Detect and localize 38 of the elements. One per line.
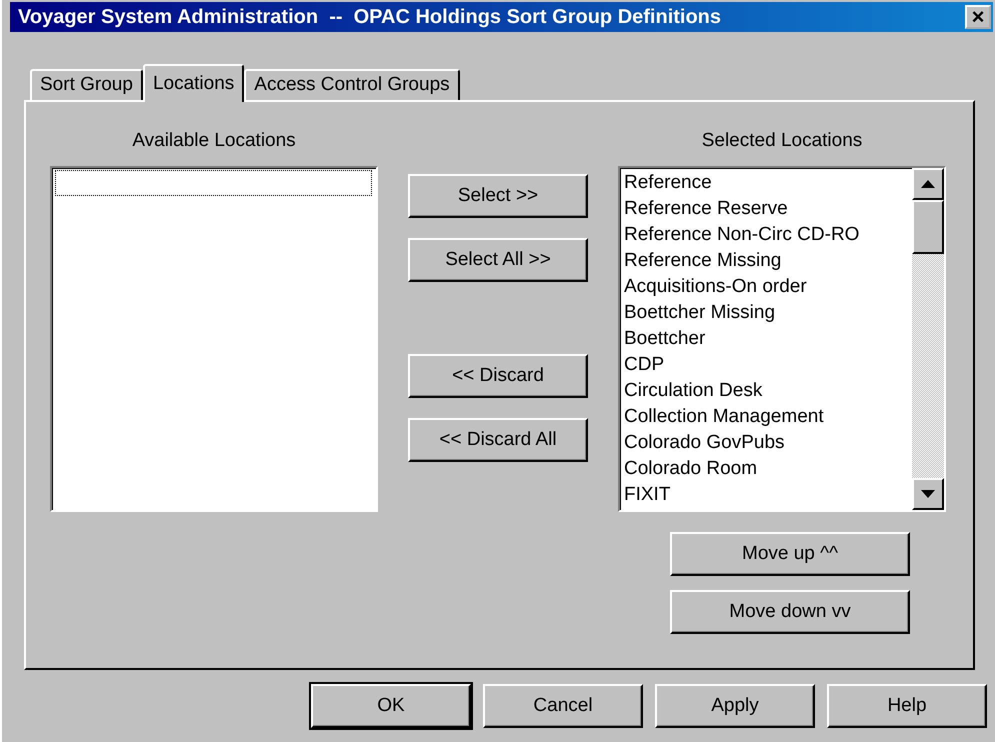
list-item[interactable]: Colorado Room [624, 456, 908, 482]
list-item[interactable]: Colorado GovPubs [624, 430, 908, 456]
list-item[interactable]: Boettcher Missing [624, 300, 908, 326]
selected-list[interactable]: Reference Reference Reserve Reference Non-Circ CD-RO Reference Missing Acquisitions-On order Boettcher Missing Boettcher CDP Circulation Desk Collection Management Colorado GovPubs Colorado Room FIXIT [618, 166, 946, 512]
list-item[interactable]: Collection Management [624, 404, 908, 430]
dialog-button[interactable]: OK [311, 684, 471, 728]
move-button[interactable]: Move down vv [670, 590, 910, 634]
list-item[interactable]: Boettcher [624, 326, 908, 352]
dialog-button[interactable]: Apply [655, 684, 815, 728]
list-item[interactable]: Circulation Desk [624, 378, 908, 404]
list-item[interactable]: Reference Reserve [624, 196, 908, 222]
list-label: Available Locations [132, 130, 296, 153]
up-arrow-icon [921, 180, 935, 188]
window-title: Voyager System Administration -- OPAC Holdings Sort Group Definitions [18, 6, 722, 28]
list-item[interactable]: Reference Missing [624, 248, 908, 274]
scrollbar[interactable] [912, 168, 944, 510]
scroll-down-button[interactable] [912, 478, 944, 510]
list-item[interactable]: FIXIT [624, 482, 908, 508]
transfer-button[interactable]: << Discard [408, 354, 588, 398]
transfer-button[interactable]: Select All >> [408, 238, 588, 282]
list-item[interactable]: CDP [624, 352, 908, 378]
list-item[interactable]: Acquisitions-On order [624, 274, 908, 300]
transfer-button[interactable]: << Discard All [408, 418, 588, 462]
available-list[interactable] [50, 166, 378, 512]
close-button[interactable]: × [965, 5, 991, 29]
scroll-thumb[interactable] [912, 200, 944, 254]
transfer-button[interactable]: Select >> [408, 174, 588, 218]
tab[interactable]: Access Control Groups [244, 69, 460, 100]
tab[interactable]: Sort Group [30, 69, 143, 100]
dialog-button[interactable]: Cancel [483, 684, 643, 728]
move-button[interactable]: Move up ^^ [670, 532, 910, 576]
list-item[interactable]: Reference Non-Circ CD-RO [624, 222, 908, 248]
down-arrow-icon [921, 490, 935, 498]
list-item[interactable]: Reference [624, 170, 908, 196]
scroll-up-button[interactable] [912, 168, 944, 200]
dialog-button[interactable]: Help [827, 684, 987, 728]
list-label: Selected Locations [702, 130, 862, 153]
tab[interactable]: Locations [142, 64, 244, 102]
